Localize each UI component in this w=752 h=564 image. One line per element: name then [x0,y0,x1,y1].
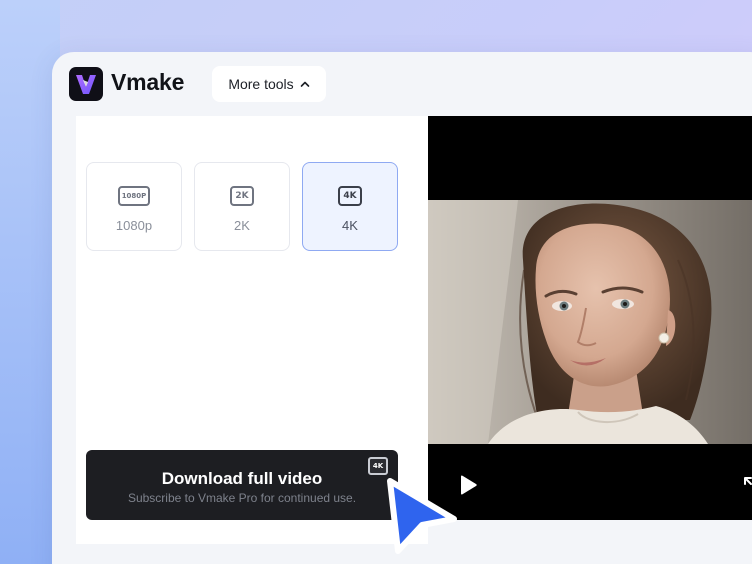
download-full-video-button[interactable]: Download full video Subscribe to Vmake P… [86,450,398,520]
4k-badge-icon: 4K [368,457,388,475]
player-controls [428,444,752,520]
4k-badge-label: 4K [372,462,384,470]
header: Vmake More tools [52,52,752,116]
resolution-label: 1080p [115,218,153,233]
resolution-option-2k[interactable]: 2K 2K [194,162,290,251]
resolution-option-4k[interactable]: 4K 4K [302,162,398,251]
expand-icon[interactable] [742,475,752,497]
chevron-up-icon [300,81,309,87]
more-tools-label: More tools [228,76,294,92]
resolution-label: 2K [234,218,250,233]
background-gradient [0,0,60,564]
vmake-logo-icon[interactable] [69,67,103,101]
more-tools-button[interactable]: More tools [212,66,326,102]
download-subtitle: Subscribe to Vmake Pro for continued use… [127,491,357,505]
video-preview[interactable] [428,116,752,520]
resolution-label: 4K [342,218,358,233]
settings-panel: 1080P 1080p 2K 2K 4K 4K Download full vi… [76,116,428,544]
brand-name: Vmake [111,69,185,95]
portrait-photo [428,200,752,444]
play-icon[interactable] [458,474,478,496]
resolution-2k-icon: 2K [230,186,254,206]
pointer-cursor-icon [387,478,457,554]
resolution-1080p-icon: 1080P [118,186,150,206]
resolution-option-1080p[interactable]: 1080P 1080p [86,162,182,251]
resolution-4k-icon: 4K [338,186,362,206]
download-title: Download full video [161,469,323,488]
